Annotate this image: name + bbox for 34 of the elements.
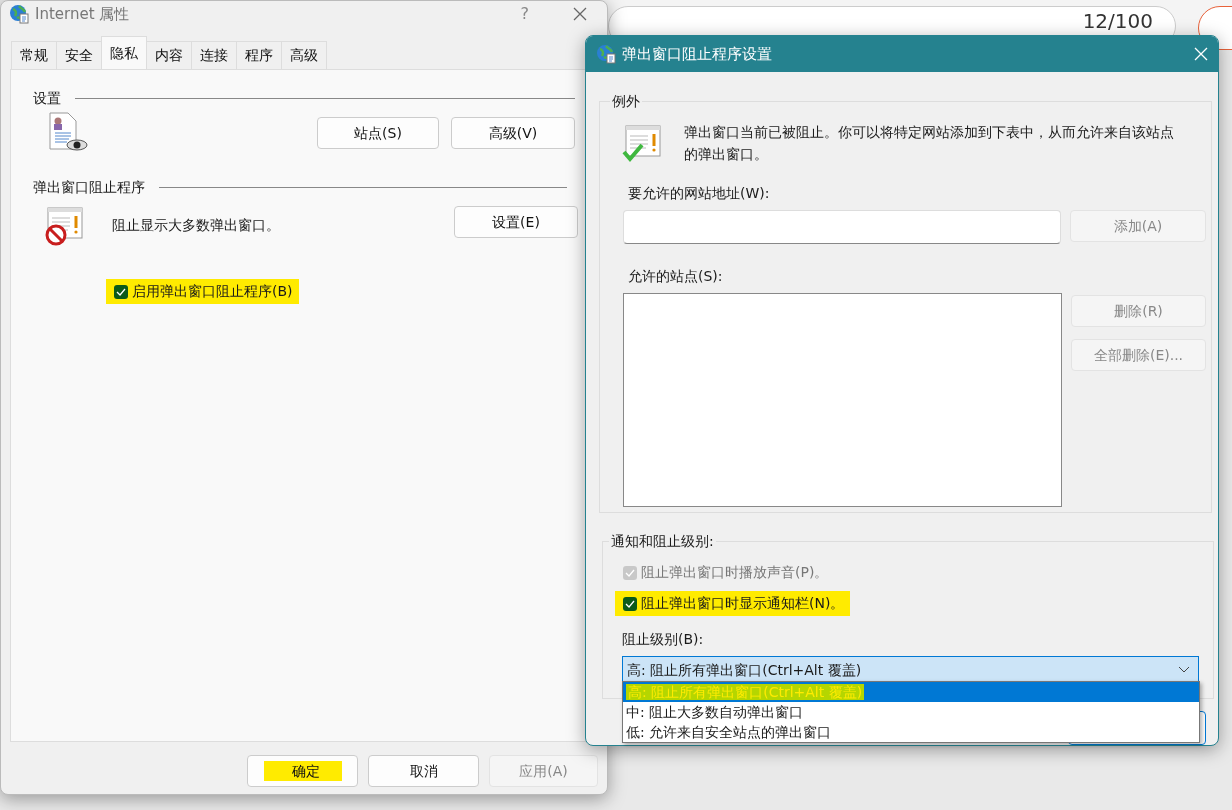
field-label: 要允许的网站地址(W): <box>627 184 771 203</box>
close-button[interactable] <box>573 6 587 22</box>
field-label: 允许的站点(S): <box>627 267 724 286</box>
section-heading: 弹出窗口阻止程序 <box>33 178 145 197</box>
close-icon <box>1194 47 1208 61</box>
address-field[interactable] <box>623 210 1061 244</box>
field-label: 阻止级别(B): <box>621 630 705 649</box>
dropdown-option[interactable]: 低: 允许来自安全站点的弹出窗口 <box>623 722 1199 742</box>
tab[interactable]: 隐私 <box>101 36 147 69</box>
window-title: Internet 属性 <box>35 3 130 25</box>
checkbox-label: 阻止弹出窗口时播放声音(P)。 <box>641 563 829 582</box>
close-icon <box>573 7 587 21</box>
description-text: 弹出窗口当前已被阻止。你可以将特定网站添加到下表中，从而允许来自该站点的弹出窗口。 <box>684 123 1175 164</box>
section-heading: 设置 <box>33 89 61 108</box>
chevron-icon <box>1178 666 1190 674</box>
checkbox[interactable] <box>114 284 128 299</box>
cancel-button[interactable]: 取消 <box>368 755 479 787</box>
globe-icon <box>596 44 616 64</box>
window-title: 弹出窗口阻止程序设置 <box>622 43 772 65</box>
dropdown-option[interactable]: 中: 阻止大多数自动弹出窗口 <box>623 702 1199 722</box>
settings-button[interactable]: 设置(E) <box>454 206 578 238</box>
sites-button[interactable]: 站点(S) <box>317 117 439 149</box>
selected-value: 高: 阻止所有弹出窗口(Ctrl+Alt 覆盖) <box>627 660 862 680</box>
advanced-button[interactable]: 高级(V) <box>451 117 575 149</box>
checkbox[interactable] <box>623 596 637 611</box>
ok-button[interactable]: 确定 <box>247 755 358 787</box>
document-eye-icon <box>46 111 88 153</box>
level-dropdown[interactable]: 高: 阻止所有弹出窗口(Ctrl+Alt 覆盖) <box>622 656 1199 684</box>
tab[interactable]: 常规 <box>11 41 57 69</box>
description-text: 阻止显示大多数弹出窗口。 <box>112 216 280 235</box>
allowed-window-icon <box>622 124 664 164</box>
tab[interactable]: 高级 <box>281 41 327 69</box>
blocked-window-icon <box>44 206 86 246</box>
globe-icon <box>9 4 29 24</box>
